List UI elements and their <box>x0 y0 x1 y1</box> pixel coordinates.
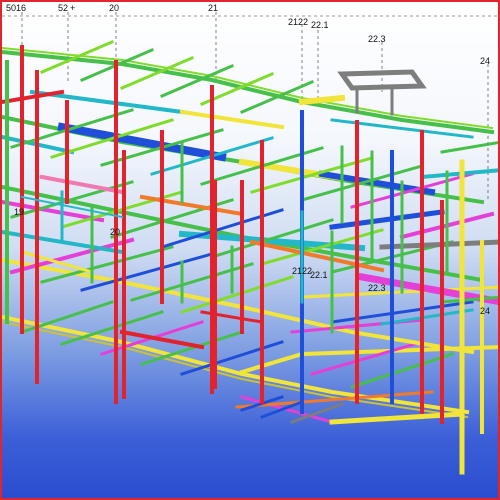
grid-label-22-3: 22.3 <box>368 34 386 44</box>
grid-label-22-1: 22.1 <box>311 20 329 30</box>
grid-label-5016: 5016 <box>6 3 27 13</box>
structural-model[interactable] <box>2 2 500 500</box>
grid-label-plus: + <box>70 3 76 13</box>
grid-label-22-1-mid: 22.1 <box>310 270 328 280</box>
grid-label-22-3-mid: 22.3 <box>368 283 386 293</box>
grid-label-52: 52 <box>58 3 69 13</box>
level-4-framing <box>2 108 498 230</box>
grid-label-20-mid: 20 <box>110 227 121 237</box>
level-2-framing <box>2 237 498 355</box>
grid-label-2122: 2122 <box>288 17 309 27</box>
grid-label-21: 21 <box>208 3 219 13</box>
grid-label-19: 19 <box>14 207 25 217</box>
grid-label-24: 24 <box>480 56 491 66</box>
roof-framing <box>2 40 498 154</box>
grid-label-24-mid: 24 <box>480 306 491 316</box>
model-viewport[interactable]: 5016 52 + 20 21 2122 22.1 22.3 24 19 20 … <box>0 0 500 500</box>
grid-label-20: 20 <box>109 3 120 13</box>
